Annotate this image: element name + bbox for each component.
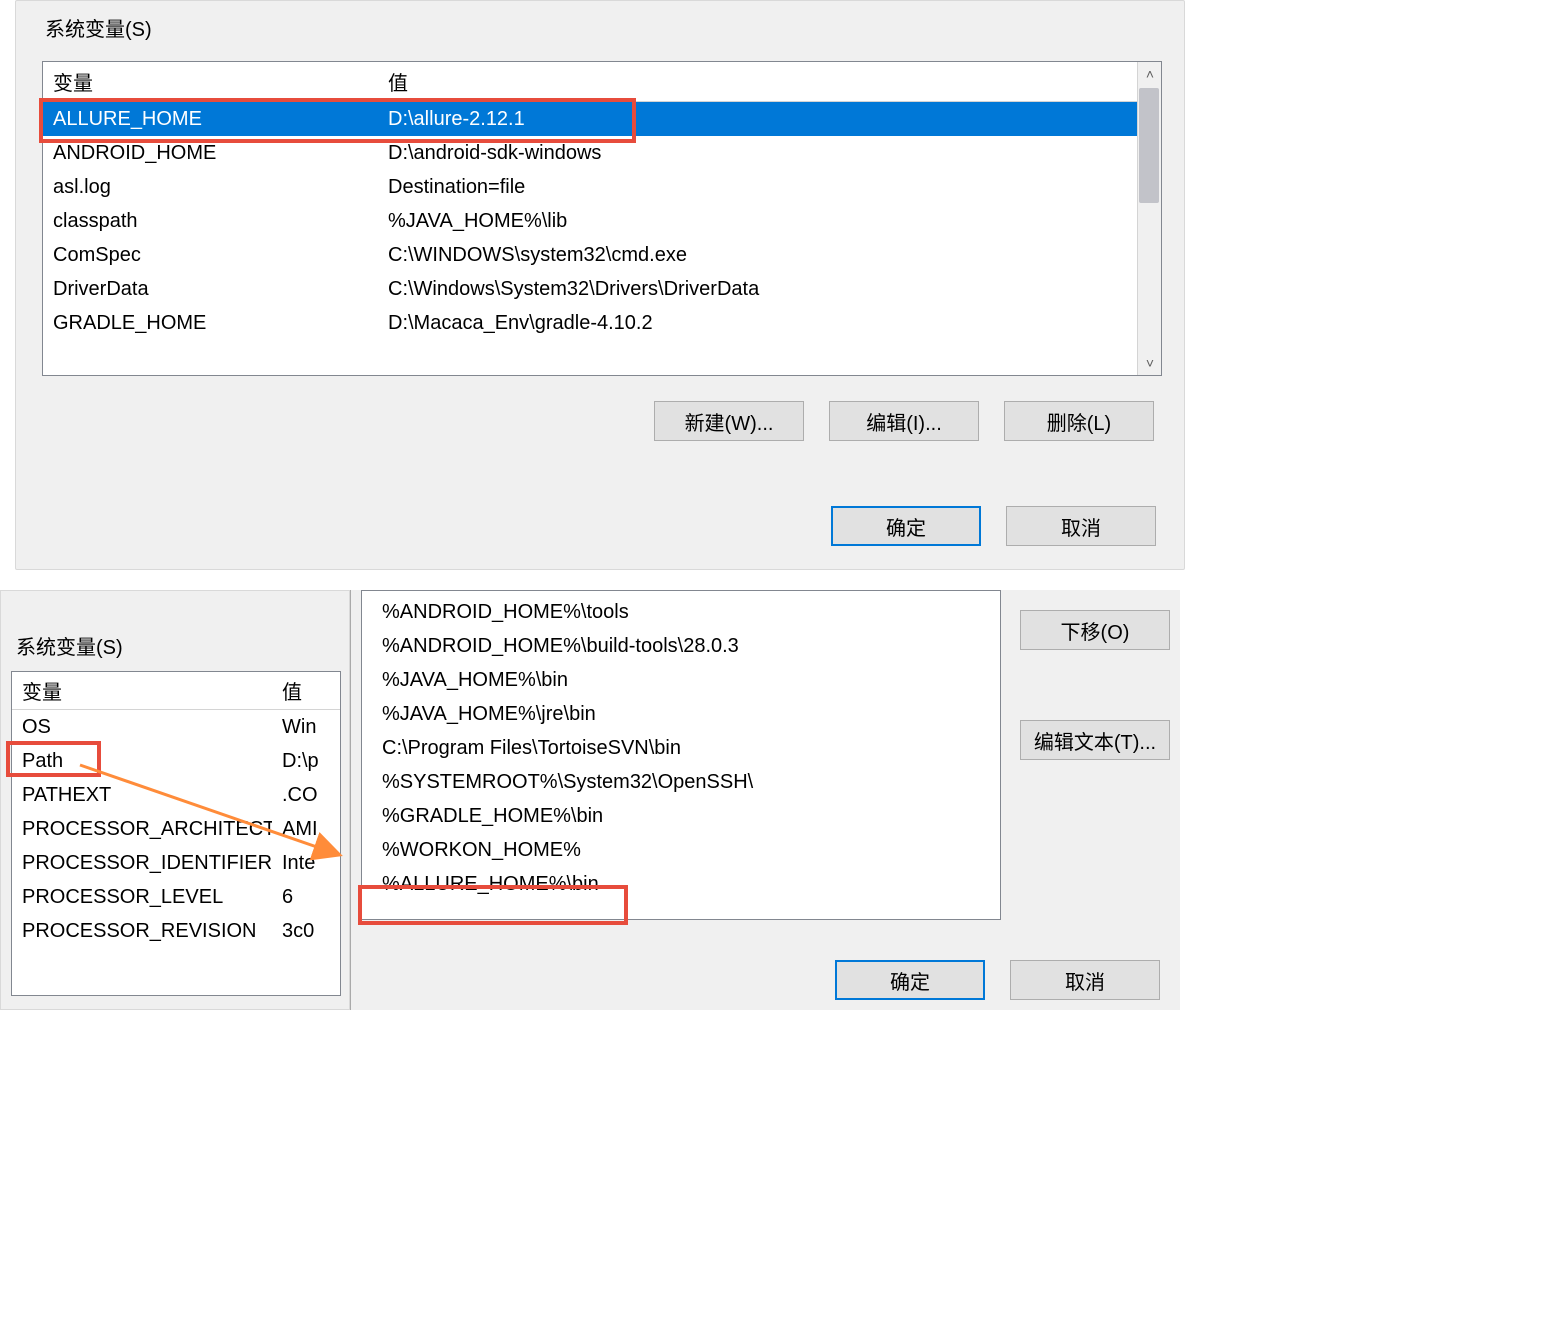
header-value[interactable]: 值	[272, 676, 340, 705]
list-item[interactable]: %ANDROID_HOME%\build-tools\28.0.3	[362, 629, 1000, 663]
system-variables-panel-secondary: 系统变量(S) 变量 值 OS Win Path D:\p PATHEXT .C…	[0, 590, 350, 1010]
cell-variable: GRADLE_HOME	[43, 312, 378, 335]
list-item[interactable]: %ANDROID_HOME%\tools	[362, 595, 1000, 629]
delete-button[interactable]: 删除(L)	[1004, 401, 1154, 441]
table-row[interactable]: OS Win	[12, 710, 340, 744]
table-row[interactable]: GRADLE_HOME D:\Macaca_Env\gradle-4.10.2	[43, 306, 1161, 340]
path-dialog-side-buttons: 下移(O) 编辑文本(T)...	[1020, 610, 1170, 760]
scrollbar-up-icon[interactable]: ˄	[1138, 62, 1162, 86]
cell-value: D:\Macaca_Env\gradle-4.10.2	[378, 312, 1161, 335]
header-variable[interactable]: 变量	[12, 676, 272, 705]
table-row[interactable]: ALLURE_HOME D:\allure-2.12.1	[43, 102, 1161, 136]
cell-variable: asl.log	[43, 176, 378, 199]
movedown-button[interactable]: 下移(O)	[1020, 610, 1170, 650]
cell-value: %JAVA_HOME%\lib	[378, 210, 1161, 233]
cell-value: D:\android-sdk-windows	[378, 142, 1161, 165]
cell-variable: DriverData	[43, 278, 378, 301]
cell-variable: PROCESSOR_ARCHITECTURE	[12, 818, 272, 841]
cell-value: 6	[272, 886, 340, 909]
listbox-header: 变量 值	[43, 62, 1161, 102]
cell-value: AMI	[272, 818, 340, 841]
scrollbar-down-icon[interactable]: ˅	[1138, 351, 1162, 375]
scrollbar-thumb[interactable]	[1139, 88, 1159, 203]
system-variables-listbox[interactable]: 变量 值 ALLURE_HOME D:\allure-2.12.1 ANDROI…	[42, 61, 1162, 376]
list-item[interactable]: %GRADLE_HOME%\bin	[362, 799, 1000, 833]
dialog-okcancel: 确定 取消	[16, 506, 1176, 546]
cell-variable: PROCESSOR_REVISION	[12, 920, 272, 943]
system-variables-label: 系统变量(S)	[41, 13, 156, 42]
table-row[interactable]: PROCESSOR_REVISION 3c0	[12, 914, 340, 948]
cell-variable: Path	[12, 750, 272, 773]
path-entries-listbox[interactable]: %ANDROID_HOME%\tools %ANDROID_HOME%\buil…	[361, 590, 1001, 920]
table-row[interactable]: PROCESSOR_LEVEL 6	[12, 880, 340, 914]
table-row[interactable]: PROCESSOR_ARCHITECTURE AMI	[12, 812, 340, 846]
table-row[interactable]: DriverData C:\Windows\System32\Drivers\D…	[43, 272, 1161, 306]
cell-value: Destination=file	[378, 176, 1161, 199]
cell-variable: ANDROID_HOME	[43, 142, 378, 165]
cell-value: C:\WINDOWS\system32\cmd.exe	[378, 244, 1161, 267]
cell-value: Win	[272, 716, 340, 739]
cell-variable: PROCESSOR_IDENTIFIER	[12, 852, 272, 875]
edit-path-dialog: %ANDROID_HOME%\tools %ANDROID_HOME%\buil…	[350, 590, 1180, 1010]
new-button[interactable]: 新建(W)...	[654, 401, 804, 441]
table-row[interactable]: classpath %JAVA_HOME%\lib	[43, 204, 1161, 238]
cell-variable: OS	[12, 716, 272, 739]
listbox-header: 变量 值	[12, 672, 340, 710]
cell-variable: ComSpec	[43, 244, 378, 267]
cell-value: D:\allure-2.12.1	[378, 108, 1161, 131]
cell-variable: classpath	[43, 210, 378, 233]
list-item[interactable]: %ALLURE_HOME%\bin	[362, 867, 1000, 901]
cell-value: Inte	[272, 852, 340, 875]
cell-value: .CO	[272, 784, 340, 807]
list-item[interactable]: C:\Program Files\TortoiseSVN\bin	[362, 731, 1000, 765]
edit-button[interactable]: 编辑(I)...	[829, 401, 979, 441]
cell-variable: ALLURE_HOME	[43, 108, 378, 131]
list-item[interactable]: %SYSTEMROOT%\System32\OpenSSH\	[362, 765, 1000, 799]
cell-value: D:\p	[272, 750, 340, 773]
ok-button[interactable]: 确定	[831, 506, 981, 546]
cell-value: 3c0	[272, 920, 340, 943]
header-variable[interactable]: 变量	[43, 67, 378, 96]
cell-value: C:\Windows\System32\Drivers\DriverData	[378, 278, 1161, 301]
system-variables-panel: 系统变量(S) 变量 值 ALLURE_HOME D:\allure-2.12.…	[15, 0, 1185, 570]
listbox-body: ALLURE_HOME D:\allure-2.12.1 ANDROID_HOM…	[43, 102, 1161, 376]
scrollbar-vertical[interactable]: ˄ ˅	[1137, 62, 1161, 375]
edittext-button[interactable]: 编辑文本(T)...	[1020, 720, 1170, 760]
ok-button[interactable]: 确定	[835, 960, 985, 1000]
table-row[interactable]: asl.log Destination=file	[43, 170, 1161, 204]
table-row[interactable]: ANDROID_HOME D:\android-sdk-windows	[43, 136, 1161, 170]
table-row[interactable]: PATHEXT .CO	[12, 778, 340, 812]
list-item[interactable]: %WORKON_HOME%	[362, 833, 1000, 867]
header-value[interactable]: 值	[378, 67, 1161, 96]
system-variables-buttons: 新建(W)... 编辑(I)... 删除(L)	[16, 401, 1184, 456]
cell-variable: PATHEXT	[12, 784, 272, 807]
list-item[interactable]: %JAVA_HOME%\jre\bin	[362, 697, 1000, 731]
cancel-button[interactable]: 取消	[1010, 960, 1160, 1000]
list-item[interactable]: %JAVA_HOME%\bin	[362, 663, 1000, 697]
path-dialog-okcancel: 确定 取消	[351, 960, 1180, 1000]
system-variables-listbox-secondary[interactable]: 变量 值 OS Win Path D:\p PATHEXT .CO PROCES…	[11, 671, 341, 996]
cancel-button[interactable]: 取消	[1006, 506, 1156, 546]
table-row[interactable]: Path D:\p	[12, 744, 340, 778]
cell-variable: PROCESSOR_LEVEL	[12, 886, 272, 909]
table-row[interactable]: PROCESSOR_IDENTIFIER Inte	[12, 846, 340, 880]
system-variables-label-secondary: 系统变量(S)	[16, 631, 123, 660]
table-row[interactable]: ComSpec C:\WINDOWS\system32\cmd.exe	[43, 238, 1161, 272]
